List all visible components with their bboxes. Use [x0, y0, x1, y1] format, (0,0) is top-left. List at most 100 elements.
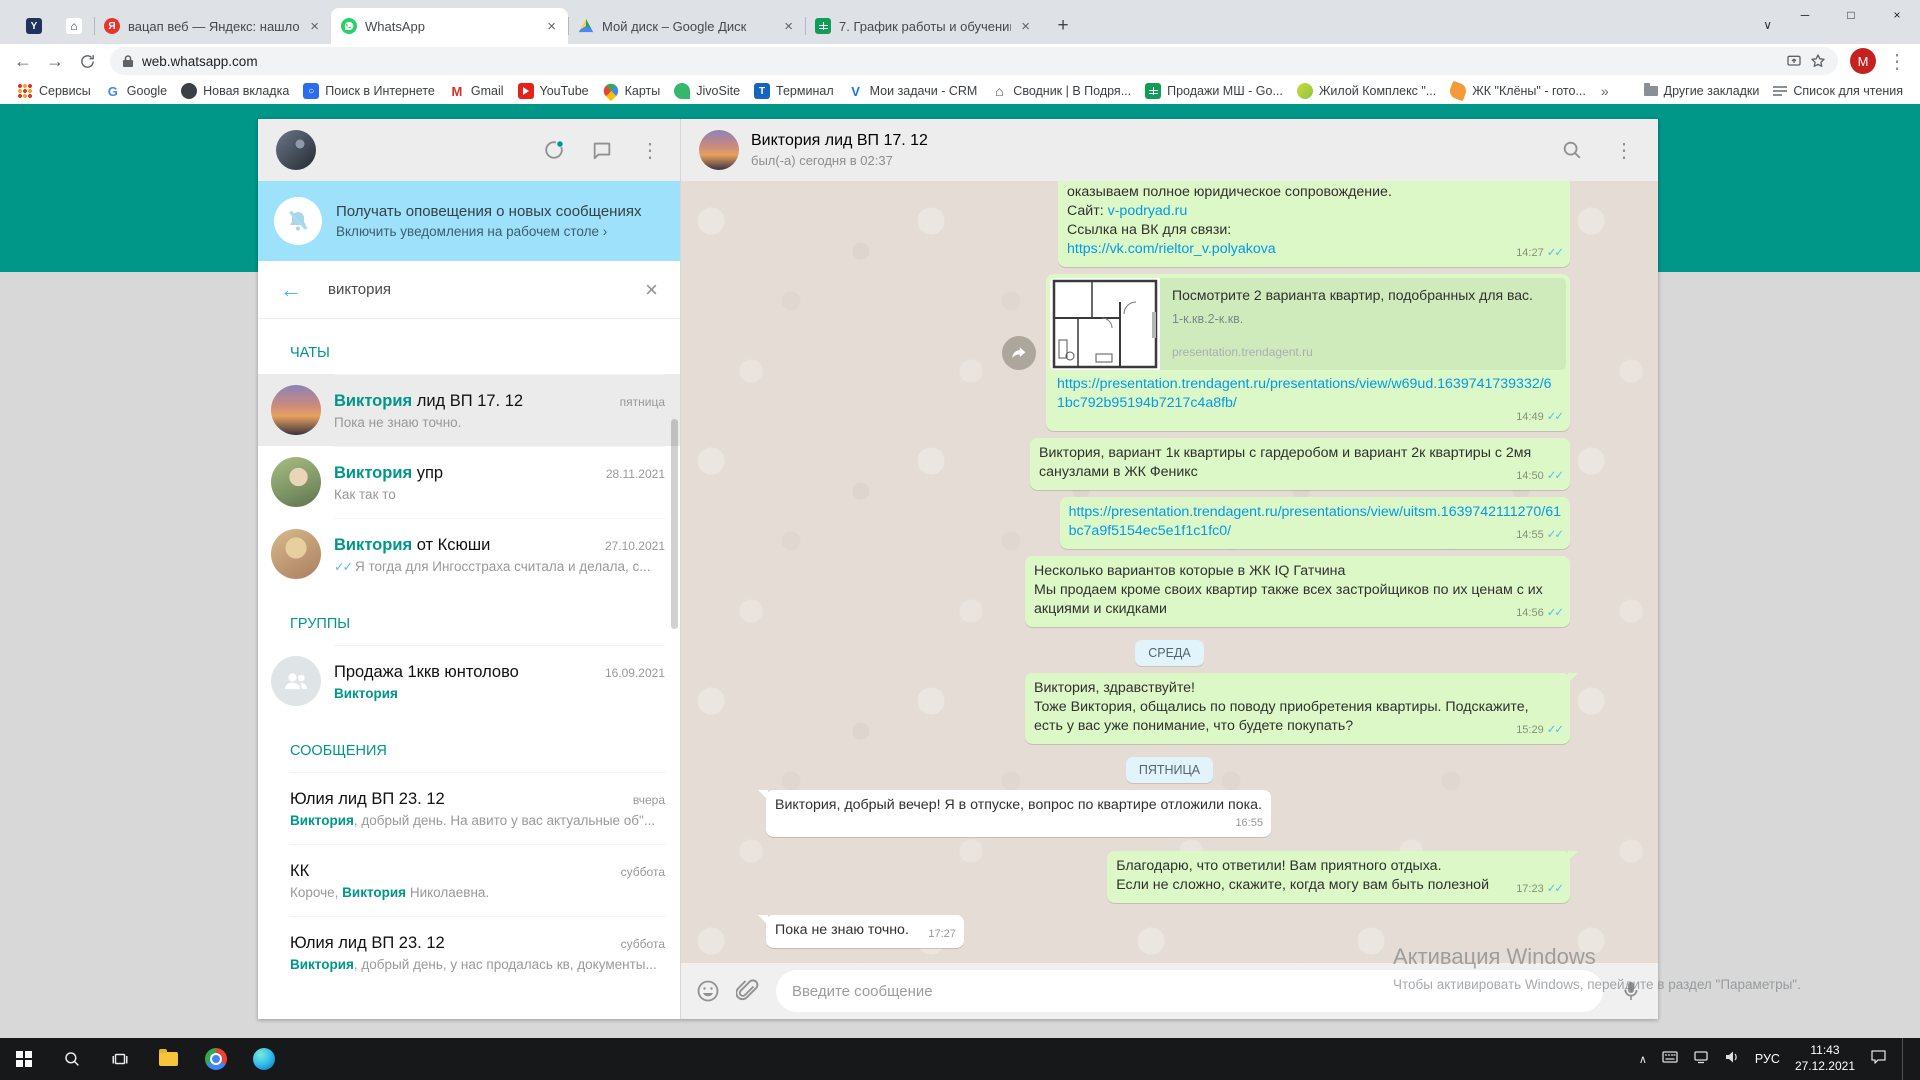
new-tab-button[interactable]: +	[1048, 11, 1078, 41]
network-icon[interactable]	[1693, 1050, 1709, 1069]
taskbar-search-icon[interactable]	[48, 1038, 96, 1080]
reload-icon[interactable]	[72, 46, 102, 76]
start-button[interactable]	[0, 1038, 48, 1080]
show-desktop-button[interactable]	[1902, 1038, 1908, 1080]
chat-menu-icon[interactable]: ⋮	[1612, 138, 1636, 162]
tab-yandex-search[interactable]: Я вацап веб — Яндекс: нашлось 5... ×	[94, 8, 331, 44]
back-icon[interactable]: ←	[8, 46, 38, 76]
chat-title[interactable]: Виктория лид ВП 17. 12	[751, 132, 928, 150]
tab-google-drive[interactable]: Мой диск – Google Диск ×	[568, 8, 805, 44]
notification-center-icon[interactable]	[1870, 1049, 1887, 1069]
message-input[interactable]	[792, 982, 1587, 1000]
browser-icon[interactable]	[240, 1038, 288, 1080]
bookmark-label: Gmail	[470, 84, 504, 98]
bookmark-zhk-kleny[interactable]: ЖК "Клёны" - гото...	[1443, 80, 1593, 102]
search-back-icon[interactable]: ←	[280, 277, 302, 303]
read-receipt-icon: ✓✓	[1546, 529, 1564, 541]
bookmark-zhiloy-komplex[interactable]: Жилой Комплекс "...	[1290, 83, 1443, 99]
tab-close-icon[interactable]: ×	[308, 18, 321, 35]
chat-search-icon[interactable]	[1560, 138, 1584, 162]
bookmark-web-search[interactable]: ○ Поиск в Интернете	[296, 83, 442, 99]
tab-whatsapp[interactable]: WhatsApp ×	[331, 8, 568, 44]
bookmark-svodnik[interactable]: ⌂ Сводник | В Подря...	[984, 83, 1138, 99]
tab-schedule-sheet[interactable]: 7. График работы и обучений м... ×	[805, 8, 1042, 44]
sidebar-menu-icon[interactable]: ⋮	[638, 138, 662, 162]
bookmark-google[interactable]: G Google	[98, 83, 174, 99]
minimize-button[interactable]: ─	[1782, 0, 1828, 30]
bookmark-maps[interactable]: Карты	[596, 80, 668, 102]
message-result-yulia-2[interactable]: Юлия лид ВП 23. 12 суббота Виктория, доб…	[258, 916, 680, 988]
status-icon[interactable]	[542, 138, 566, 162]
emoji-icon[interactable]	[696, 979, 720, 1003]
reading-list-icon	[1773, 85, 1788, 97]
keyboard-icon[interactable]	[1662, 1050, 1678, 1068]
language-indicator[interactable]: РУС	[1755, 1052, 1780, 1066]
chat-avatar[interactable]	[699, 130, 739, 170]
bookmark-jivosite[interactable]: JivoSite	[667, 83, 747, 99]
bookmark-servisy[interactable]: Сервисы	[10, 83, 98, 99]
window-menu-caret[interactable]: ∨	[1763, 18, 1772, 32]
chat-result-viktoria-lead[interactable]: Виктория лид ВП 17. 12 пятница Пока не з…	[258, 374, 680, 446]
browser-menu-icon[interactable]: ⋮	[1882, 46, 1912, 76]
file-explorer-icon[interactable]	[144, 1038, 192, 1080]
tray-expand-icon[interactable]: ∧	[1639, 1053, 1647, 1066]
tab-close-icon[interactable]: ×	[782, 18, 795, 35]
bookmark-crm-tasks[interactable]: V Мои задачи - CRM	[841, 83, 985, 99]
mic-icon[interactable]	[1619, 979, 1643, 1003]
close-button[interactable]: ×	[1874, 0, 1920, 30]
date-divider: СРЕДА	[681, 640, 1658, 666]
outgoing-message: Виктория, вариант 1к квартиры с гардероб…	[1030, 438, 1570, 490]
other-bookmarks[interactable]: Другие закладки	[1637, 83, 1767, 98]
bookmark-youtube[interactable]: YouTube	[511, 83, 596, 99]
google-icon: G	[107, 83, 118, 99]
bookmark-gmail[interactable]: M Gmail	[442, 83, 511, 99]
my-profile-avatar[interactable]	[276, 130, 316, 170]
bookmark-label: Мои задачи - CRM	[869, 84, 978, 98]
forward-icon[interactable]	[1002, 335, 1036, 370]
message-input-pill[interactable]	[776, 970, 1603, 1012]
bookmark-terminal[interactable]: Т Терминал	[747, 83, 841, 99]
pinned-tab-domclick[interactable]: ⌂	[54, 8, 94, 44]
tab-close-icon[interactable]: ×	[1019, 18, 1032, 35]
bookmark-new-tab[interactable]: Новая вкладка	[174, 83, 296, 99]
avatar	[271, 529, 321, 579]
task-view-icon[interactable]	[96, 1038, 144, 1080]
reading-list[interactable]: Список для чтения	[1766, 84, 1910, 98]
chrome-icon[interactable]	[192, 1038, 240, 1080]
bookmark-sales-sheet[interactable]: Продажи МШ - Go...	[1138, 83, 1290, 99]
site-link[interactable]: v-podryad.ru	[1108, 203, 1188, 219]
vk-link[interactable]: https://vk.com/rieltor_v.polyakova	[1067, 241, 1276, 257]
share-icon[interactable]	[1786, 53, 1802, 69]
message-result-yulia-1[interactable]: Юлия лид ВП 23. 12 вчера Виктория, добры…	[258, 772, 680, 844]
new-chat-icon[interactable]	[590, 138, 614, 162]
group-result-prodazha[interactable]: Продажа 1ккв юнтолово 16.09.2021 Виктори…	[258, 645, 680, 717]
presentation-link[interactable]: https://presentation.trendagent.ru/prese…	[1057, 376, 1552, 411]
taskbar-clock[interactable]: 11:43 27.12.2021	[1795, 1043, 1855, 1074]
chat-result-viktoria-ksyusha[interactable]: Виктория от Ксюши 27.10.2021 ✓✓ Я тогда д…	[258, 518, 680, 590]
section-groups: ГРУППЫ	[290, 616, 351, 632]
search-clear-icon[interactable]: ×	[645, 278, 658, 301]
link-preview-card[interactable]: Посмотрите 2 варианта квартир, подобранн…	[1050, 278, 1566, 370]
message-row: Пока не знаю точно. 17:27	[681, 915, 1658, 948]
volume-icon[interactable]	[1724, 1050, 1740, 1069]
search-input[interactable]	[328, 281, 620, 298]
read-receipt-icon: ✓✓	[1546, 247, 1564, 259]
maximize-button[interactable]: □	[1828, 0, 1874, 30]
chat-result-viktoria-upr[interactable]: Виктория упр 28.11.2021 Как так то	[258, 446, 680, 518]
message-result-kk[interactable]: КК суббота Короче, Виктория Николаевна.	[258, 844, 680, 916]
address-bar[interactable]: web.whatsapp.com	[110, 47, 1838, 75]
presentation-link[interactable]: https://presentation.trendagent.ru/prese…	[1069, 504, 1561, 539]
bookmarks-overflow-chevron[interactable]: »	[1593, 83, 1617, 99]
tab-close-icon[interactable]: ×	[545, 18, 558, 35]
sidebar-scrollbar[interactable]	[671, 419, 678, 629]
bookmark-star-icon[interactable]	[1810, 53, 1826, 69]
whatsapp-favicon	[341, 18, 357, 34]
browser-profile-avatar[interactable]: M	[1850, 48, 1876, 74]
forward-icon[interactable]: →	[40, 46, 70, 76]
whatsapp-sidebar: ⋮ Получать оповещения о новых сообщениях…	[258, 119, 680, 1019]
notifications-banner[interactable]: Получать оповещения о новых сообщениях В…	[258, 181, 680, 261]
sheets-icon	[1145, 83, 1162, 99]
date-pill: ПЯТНИЦА	[1125, 757, 1214, 783]
attach-icon[interactable]	[736, 979, 760, 1003]
pinned-tab-yandex[interactable]: Y	[14, 8, 54, 44]
